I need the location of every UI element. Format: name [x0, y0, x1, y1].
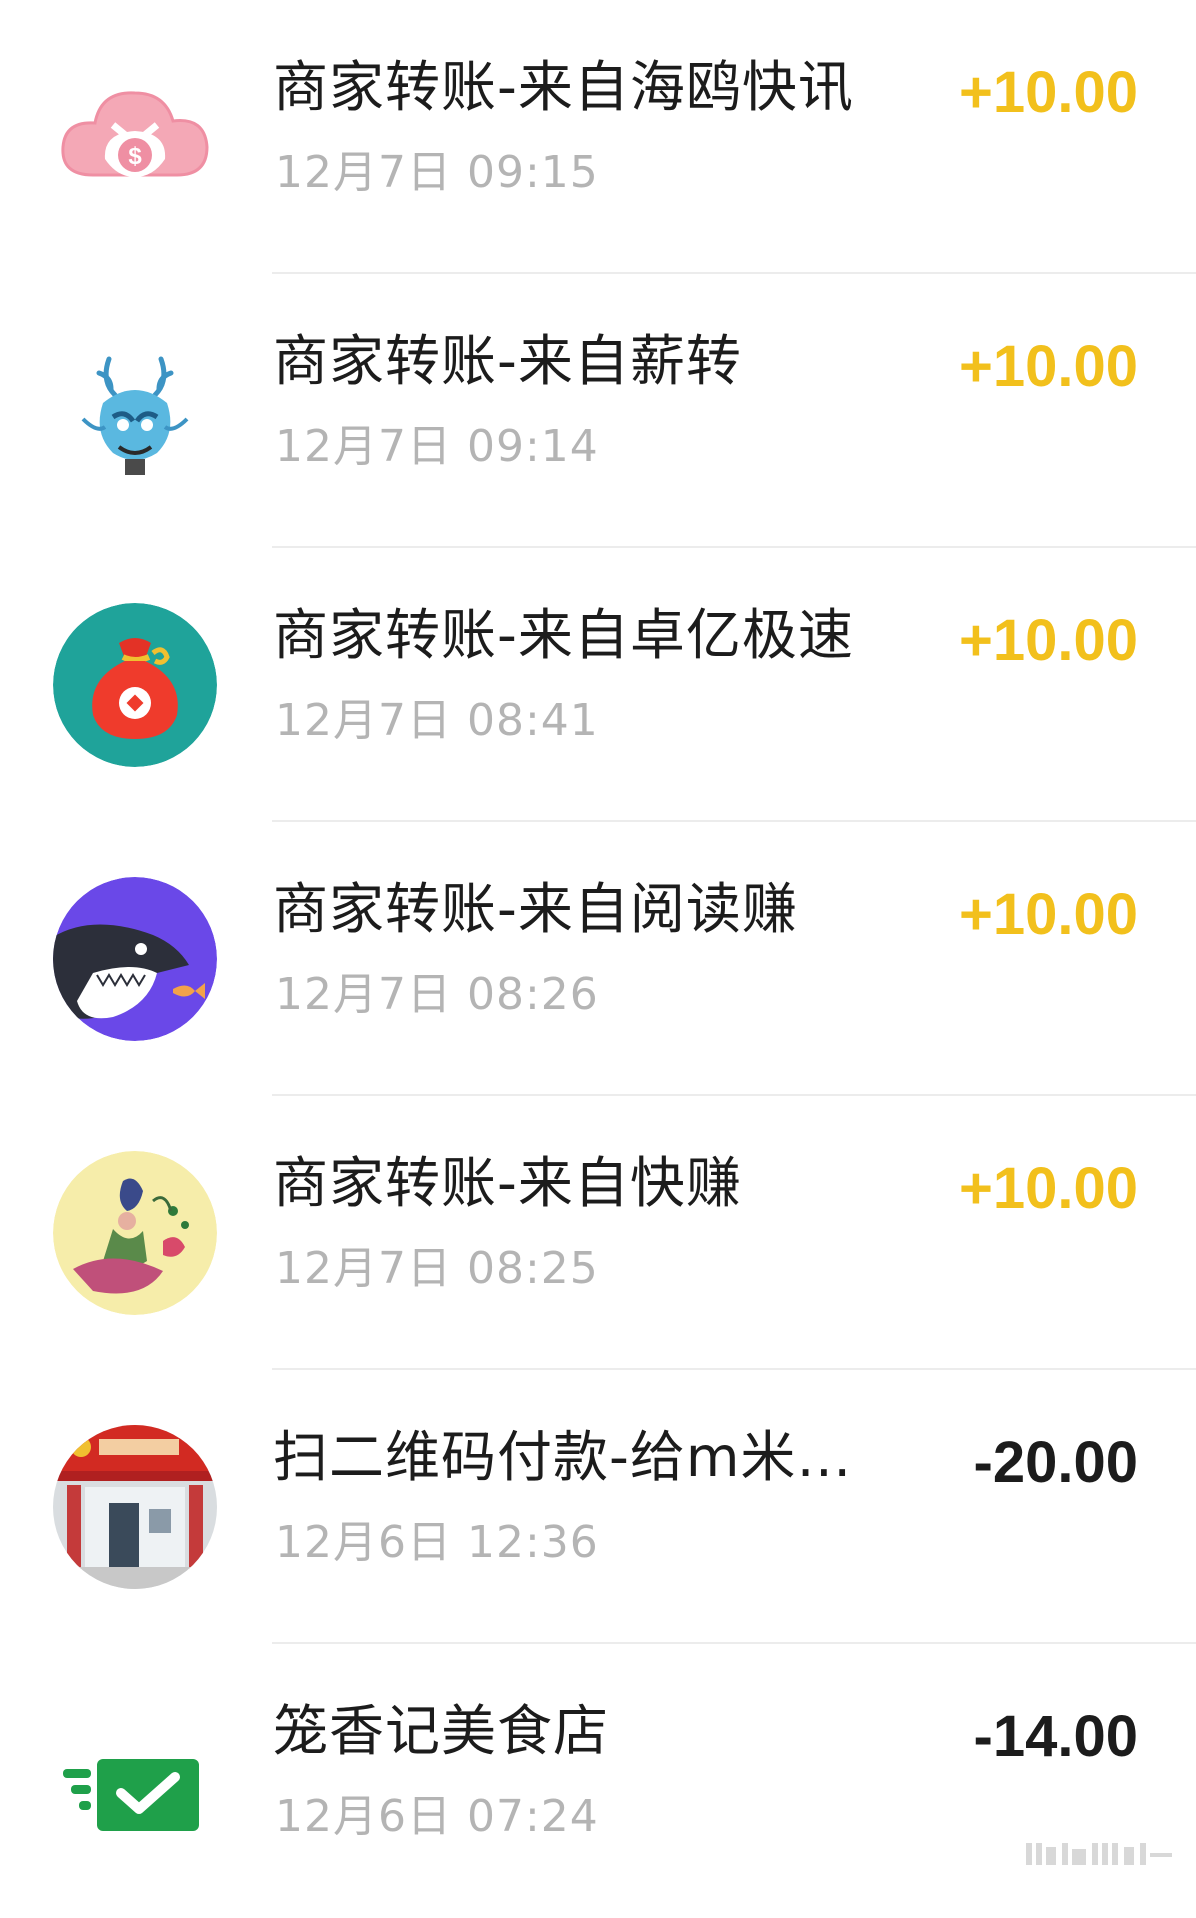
- transaction-amount: +10.00: [958, 60, 1138, 125]
- transaction-row[interactable]: 商家转账-来自快赚 12月7日 08:25 +10.00: [0, 1096, 1196, 1370]
- transaction-amount: -14.00: [973, 1704, 1138, 1769]
- cloud-money-icon: $: [53, 55, 217, 219]
- transaction-amount: -20.00: [973, 1430, 1138, 1495]
- transaction-title: 笼香记美食店: [273, 1699, 610, 1763]
- transaction-row[interactable]: $ 商家转账-来自海鸥快讯 12月7日 09:15 +10.00: [0, 0, 1196, 274]
- transaction-title: 商家转账-来自海鸥快讯: [273, 55, 854, 119]
- transaction-title: 商家转账-来自薪转: [273, 329, 742, 393]
- dragon-avatar: [53, 329, 217, 493]
- transaction-amount: +10.00: [958, 334, 1138, 399]
- transaction-time: 12月7日 08:25: [275, 1243, 599, 1294]
- transaction-title: 商家转账-来自阅读赚: [273, 877, 798, 941]
- transaction-time: 12月7日 08:26: [275, 969, 599, 1020]
- transaction-time: 12月7日 09:14: [275, 421, 599, 472]
- transaction-title: 扫二维码付款-给m米…: [273, 1425, 853, 1489]
- payment-check-icon: [53, 1699, 217, 1863]
- transaction-amount: +10.00: [958, 608, 1138, 673]
- money-bag-icon: [53, 603, 217, 767]
- flower-art-avatar: [53, 1151, 217, 1315]
- transaction-time: 12月7日 09:15: [275, 147, 599, 198]
- svg-text:$: $: [128, 143, 142, 170]
- transaction-title: 商家转账-来自卓亿极速: [273, 603, 854, 667]
- transaction-amount: +10.00: [958, 1156, 1138, 1221]
- transaction-amount: +10.00: [958, 882, 1138, 947]
- watermark-icon: [1026, 1843, 1172, 1865]
- transaction-row[interactable]: 商家转账-来自阅读赚 12月7日 08:26 +10.00: [0, 822, 1196, 1096]
- transaction-row[interactable]: 商家转账-来自卓亿极速 12月7日 08:41 +10.00: [0, 548, 1196, 822]
- transaction-row[interactable]: 笼香记美食店 12月6日 07:24 -14.00: [0, 1644, 1196, 1918]
- transaction-row[interactable]: 扫二维码付款-给m米… 12月6日 12:36 -20.00: [0, 1370, 1196, 1644]
- transaction-title: 商家转账-来自快赚: [273, 1151, 742, 1215]
- shark-avatar: [53, 877, 217, 1041]
- transaction-time: 12月7日 08:41: [275, 695, 599, 746]
- transaction-row[interactable]: 商家转账-来自薪转 12月7日 09:14 +10.00: [0, 274, 1196, 548]
- transaction-time: 12月6日 07:24: [275, 1791, 599, 1842]
- transaction-time: 12月6日 12:36: [275, 1517, 599, 1568]
- storefront-avatar: [53, 1425, 217, 1589]
